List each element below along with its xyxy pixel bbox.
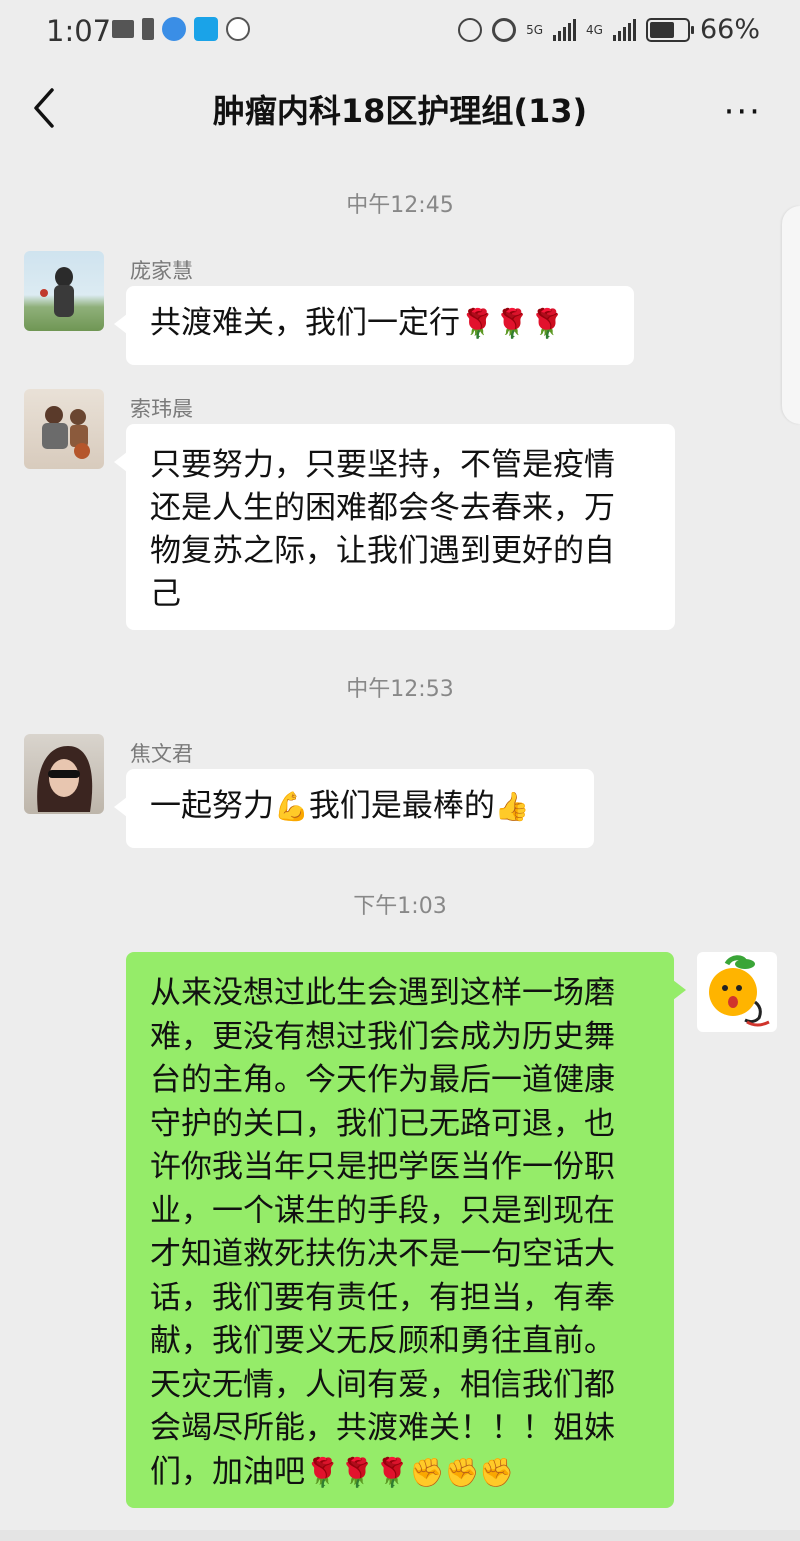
- message-line: 物复苏之际，让我们遇到更好的自: [150, 533, 615, 569]
- muscle-emoji: 💪: [274, 790, 309, 823]
- more-options-button[interactable]: ···: [724, 92, 762, 132]
- status-bar: 1:07 5G 4G 66%: [0, 0, 800, 64]
- message-bubble[interactable]: 共渡难关，我们一定行🌹🌹🌹: [114, 286, 634, 365]
- orange-cartoon-icon: [709, 955, 770, 1027]
- message-line: 难，更没有想过我们会成为历史舞: [150, 1018, 615, 1055]
- message-line: 天灾无情，人间有爱，相信我们都: [150, 1366, 615, 1403]
- signal-icon: [612, 18, 636, 41]
- data-icon: [458, 17, 483, 42]
- message-line: 们，加油吧🌹🌹🌹✊✊✊: [150, 1451, 650, 1495]
- avatar[interactable]: [24, 389, 104, 469]
- message-line: 话，我们要有责任，有担当，有奉: [150, 1279, 615, 1316]
- woman-photo-icon: [37, 746, 93, 812]
- message-text: 们，加油吧: [150, 1453, 305, 1490]
- status-time: 1:07: [46, 14, 112, 48]
- message-bubble[interactable]: 一起努力💪我们是最棒的👍: [114, 769, 594, 848]
- timestamp: 下午1:03: [353, 894, 447, 919]
- message-line: 从来没想过此生会遇到这样一场磨: [150, 975, 615, 1011]
- message-line: 献，我们要义无反顾和勇往直前。: [150, 1323, 615, 1359]
- search-app-icon: [194, 17, 218, 41]
- rose-emoji: 🌹🌹🌹: [460, 307, 565, 340]
- alarm-icon: [492, 17, 517, 42]
- rose-and-fist-emoji: 🌹🌹🌹✊✊✊: [305, 1455, 515, 1489]
- message-text: 一起努力: [150, 788, 274, 824]
- mail-icon: [112, 20, 134, 38]
- sim-icon: [142, 18, 154, 40]
- child-photo-icon: [42, 406, 90, 459]
- bottom-edge: [0, 1530, 800, 1541]
- message-text: 共渡难关，我们一定行: [150, 305, 460, 341]
- timestamp: 中午12:53: [346, 677, 454, 702]
- sender-name: 庞家慧: [130, 259, 193, 283]
- message-line: 台的主角。今天作为最后一道健康: [150, 1062, 615, 1098]
- avatar[interactable]: [24, 251, 104, 331]
- message-line: 只要努力，只要坚持，不管是疫情: [150, 447, 615, 483]
- network-5g-label: 5G: [526, 22, 544, 37]
- message-line: 才知道救死扶伤决不是一句空话大: [150, 1236, 615, 1272]
- message-line: 许你我当年只是把学医当作一份职: [150, 1149, 615, 1185]
- browser-icon: [162, 17, 186, 41]
- battery-percent: 66%: [699, 14, 760, 45]
- avatar-self[interactable]: [697, 952, 777, 1032]
- network-4g-label: 4G: [586, 22, 603, 37]
- message-bubble-own[interactable]: 从来没想过此生会遇到这样一场磨 难，更没有想过我们会成为历史舞 台的主角。今天作…: [126, 952, 686, 1508]
- message-line: 还是人生的困难都会冬去春来，万: [150, 490, 615, 526]
- sender-name: 焦文君: [130, 742, 193, 766]
- chat-title: 肿瘤内科18区护理组(13): [212, 92, 588, 130]
- battery-icon: [645, 17, 694, 42]
- person-silhouette-icon: [40, 267, 74, 317]
- message-line: 业，一个谋生的手段，只是到现在: [150, 1192, 615, 1229]
- message-text: 我们是最棒的: [308, 788, 495, 824]
- thumbs-up-emoji: 👍: [494, 790, 530, 823]
- side-drawer-handle[interactable]: [782, 206, 800, 424]
- avatar[interactable]: [24, 734, 104, 814]
- message-line: 会竭尽所能，共渡难关！！！姐妹: [150, 1410, 615, 1446]
- signal-icon: [553, 18, 577, 41]
- hand-icon: [226, 17, 250, 41]
- message-bubble[interactable]: 只要努力，只要坚持，不管是疫情 还是人生的困难都会冬去春来，万 物复苏之际，让我…: [114, 424, 675, 630]
- status-icons-left: [112, 17, 250, 41]
- sender-name: 索玮晨: [130, 397, 193, 421]
- status-icons-right: 5G 4G 66%: [458, 14, 760, 45]
- message-line: 守护的关口，我们已无路可退，也: [150, 1105, 615, 1142]
- timestamp: 中午12:45: [346, 193, 454, 218]
- chat-header: 肿瘤内科18区护理组(13) ···: [0, 64, 800, 156]
- message-line: 己: [150, 576, 181, 612]
